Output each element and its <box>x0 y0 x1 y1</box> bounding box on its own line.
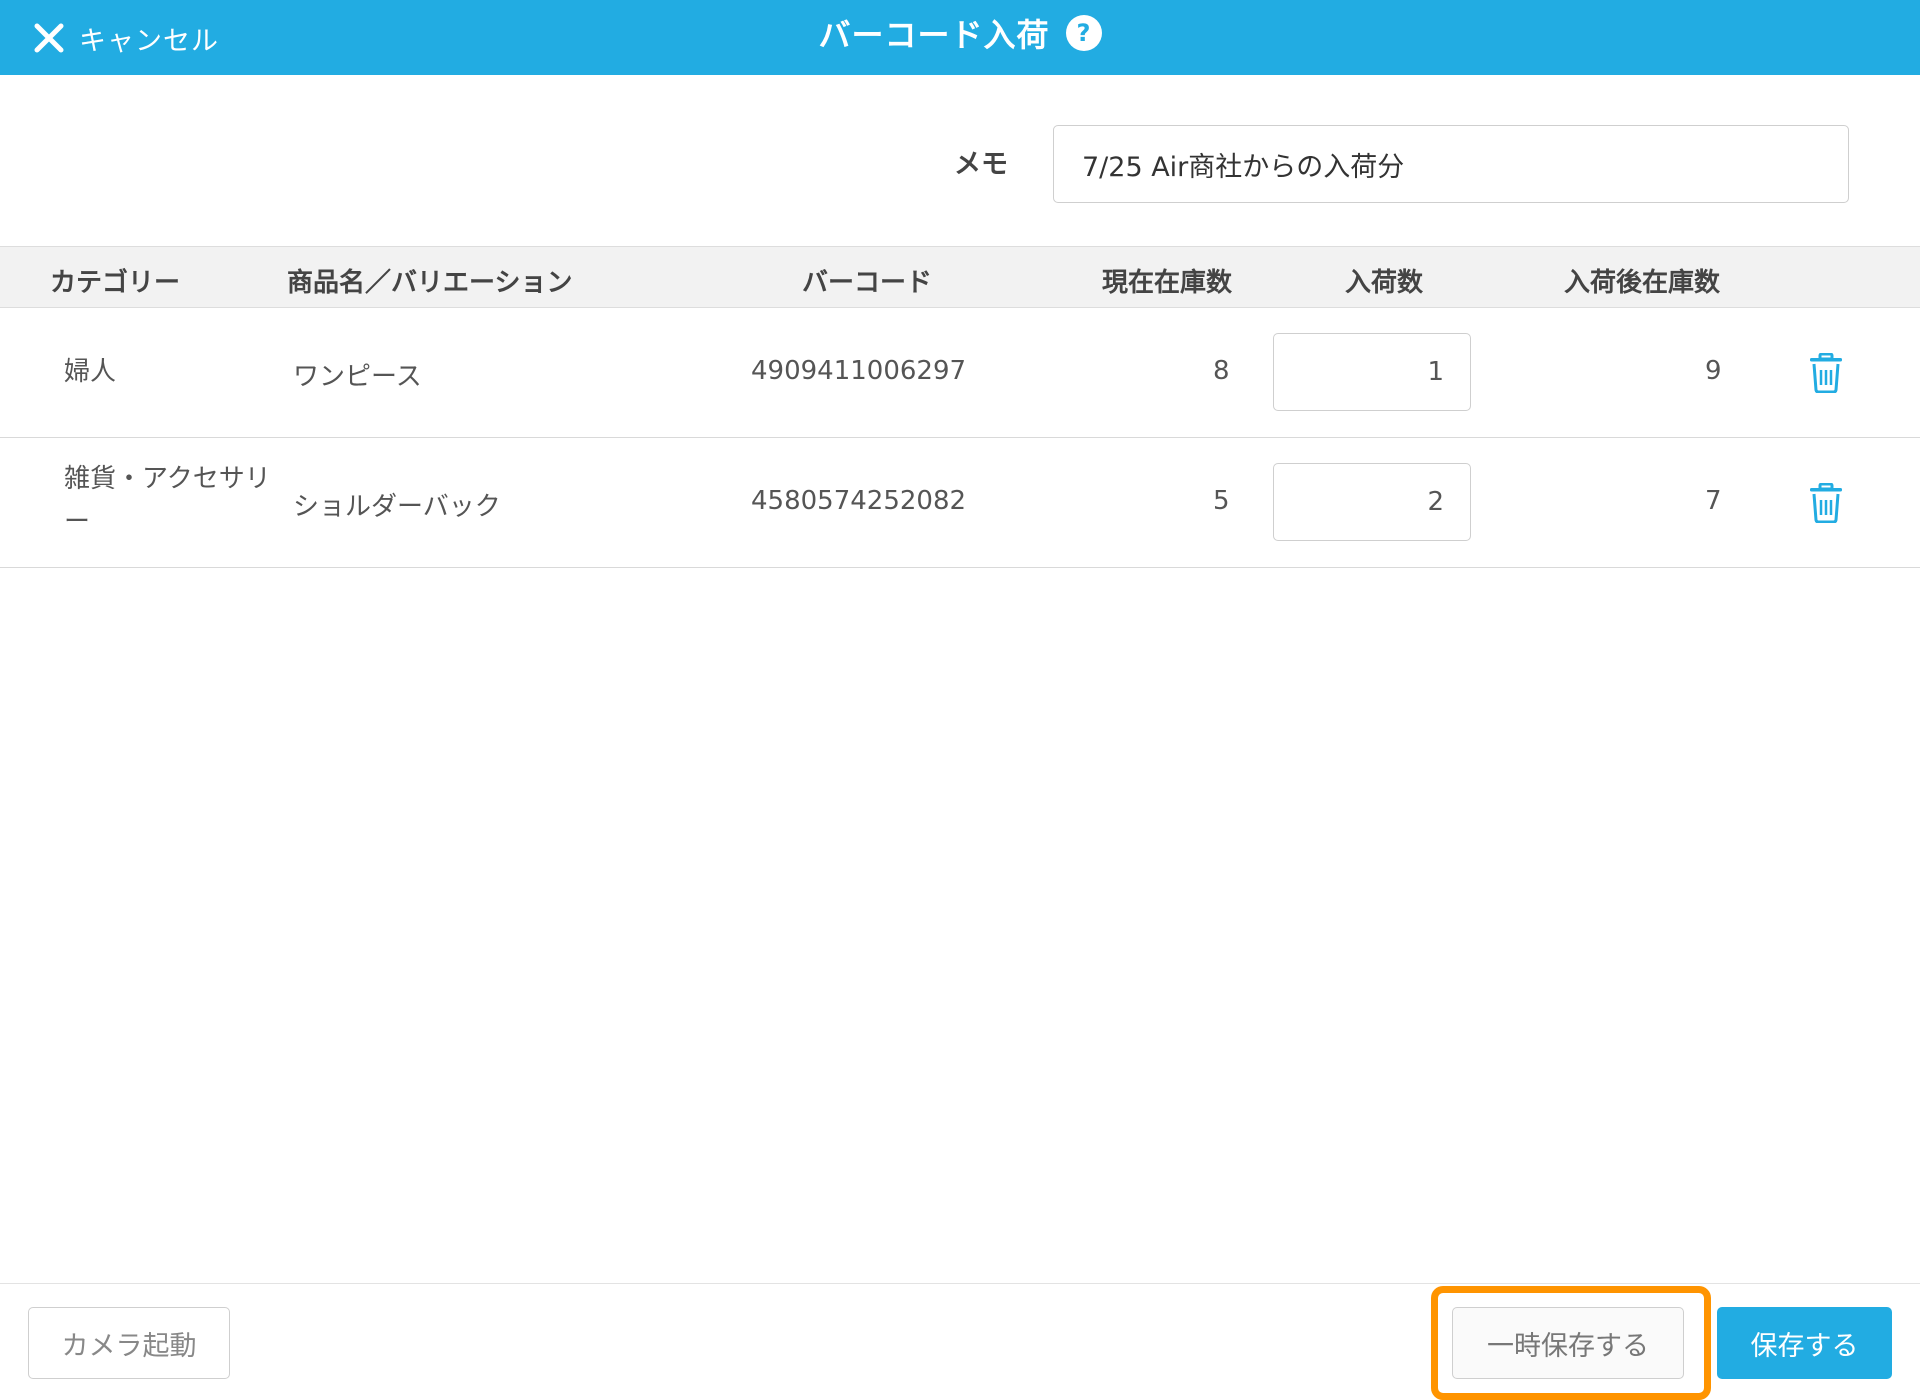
help-icon[interactable]: ? <box>1065 15 1102 51</box>
product-cell: ワンピース <box>293 362 422 392</box>
incoming-qty-input[interactable] <box>1273 463 1471 541</box>
barcode-cell: 4580574252082 <box>751 486 967 516</box>
current-stock-cell: 5 <box>1213 486 1230 516</box>
close-icon <box>34 23 64 53</box>
camera-button[interactable]: カメラ起動 <box>28 1307 230 1379</box>
table-row: 雑貨・アクセサリー ショルダーバック 4580574252082 5 7 <box>0 438 1920 568</box>
memo-label: メモ <box>954 149 1008 180</box>
page-title: バーコード入荷 <box>818 16 1050 54</box>
incoming-qty-input[interactable] <box>1273 333 1471 411</box>
trash-icon[interactable] <box>1808 483 1844 523</box>
footer-bar: カメラ起動 一時保存する 保存する <box>0 1283 1920 1400</box>
cancel-label: キャンセル <box>79 25 219 57</box>
column-header-barcode: バーコード <box>802 268 933 298</box>
category-cell: 雑貨・アクセサリー <box>64 464 271 537</box>
after-stock-cell: 9 <box>1705 356 1722 386</box>
temp-save-button[interactable]: 一時保存する <box>1452 1307 1684 1379</box>
trash-icon[interactable] <box>1808 353 1844 393</box>
column-header-incoming: 入荷数 <box>1345 268 1424 298</box>
table-header: カテゴリー 商品名／バリエーション バーコード 現在在庫数 入荷数 入荷後在庫数 <box>0 246 1920 308</box>
cancel-button[interactable]: キャンセル <box>32 16 219 60</box>
column-header-category: カテゴリー <box>50 268 181 298</box>
title-area: バーコード入荷 ? <box>0 0 1920 66</box>
column-header-product: 商品名／バリエーション <box>287 268 573 298</box>
app-header: キャンセル バーコード入荷 ? <box>0 0 1920 75</box>
column-header-current-stock: 現在在庫数 <box>1102 268 1233 298</box>
product-cell: ショルダーバック <box>293 492 501 522</box>
after-stock-cell: 7 <box>1705 486 1722 516</box>
category-cell: 婦人 <box>64 357 117 387</box>
save-button[interactable]: 保存する <box>1717 1307 1892 1379</box>
barcode-cell: 4909411006297 <box>751 356 967 386</box>
current-stock-cell: 8 <box>1213 356 1230 386</box>
column-header-after-stock: 入荷後在庫数 <box>1564 268 1721 298</box>
memo-input[interactable] <box>1053 125 1849 203</box>
table-row: 婦人 ワンピース 4909411006297 8 9 <box>0 308 1920 438</box>
